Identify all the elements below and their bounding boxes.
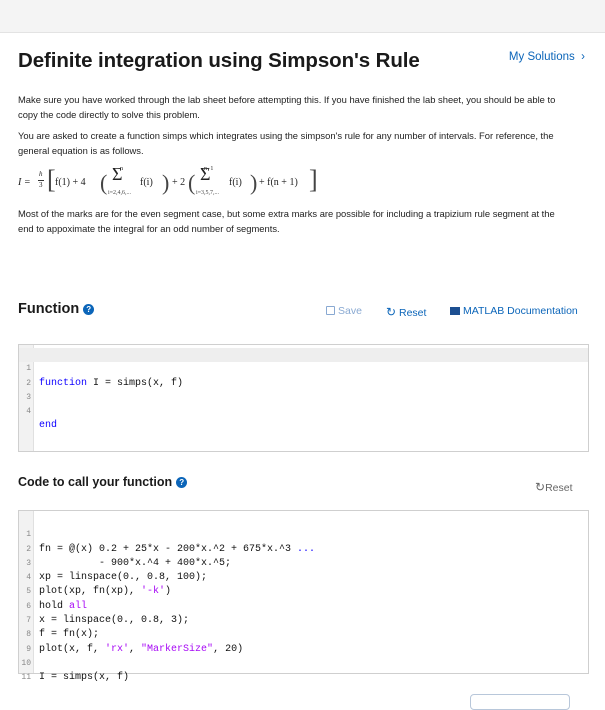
line-number: 4 bbox=[26, 407, 31, 417]
description-paragraph-3: Most of the marks are for the even segme… bbox=[18, 208, 555, 234]
reset-icon: ↻ bbox=[386, 305, 397, 319]
page-title: Definite integration using Simpson's Rul… bbox=[18, 49, 420, 72]
function-editor[interactable]: 1 function I = simps(x, f) 2 3 4 end bbox=[18, 344, 589, 452]
eq-frac-num: h bbox=[39, 170, 43, 178]
chevron-right-icon: › bbox=[577, 51, 585, 63]
code-line[interactable]: 7 f = fn(x); bbox=[19, 600, 588, 640]
save-label: Save bbox=[338, 305, 362, 317]
book-icon bbox=[450, 307, 460, 315]
eq-sigma2-body: f(i) bbox=[229, 177, 242, 188]
code-line[interactable]: 6 x = linspace(0., 0.8, 3); bbox=[19, 586, 588, 626]
eq-tail: + f(n + 1) bbox=[259, 177, 298, 188]
matlab-documentation-button[interactable]: MATLAB Documentation bbox=[450, 305, 578, 317]
save-icon bbox=[326, 306, 335, 315]
eq-sigma1-bottom: i=2,4,6,... bbox=[108, 190, 132, 196]
eq-term-1: f(1) + 4 bbox=[55, 177, 86, 188]
code-line[interactable]: 3 bbox=[19, 377, 588, 402]
code-line[interactable]: 2 - 900*x.^4 + 400*x.^5; bbox=[19, 528, 588, 569]
line-number: 11 bbox=[21, 673, 31, 683]
run-button[interactable] bbox=[470, 694, 570, 710]
eq-plus-2: + 2 bbox=[172, 177, 186, 188]
eq-paren-close-2: ) bbox=[250, 170, 258, 195]
description-paragraph-2: You are asked to create a function simps… bbox=[18, 130, 554, 156]
function-section-title: Function? bbox=[18, 301, 95, 317]
call-section-title: Code to call your function? bbox=[18, 475, 188, 489]
code-line[interactable]: 1 fn = @(x) 0.2 + 25*x - 200*x.^2 + 675*… bbox=[19, 514, 588, 554]
code-line[interactable]: 1 function I = simps(x, f) bbox=[19, 348, 588, 389]
code-line[interactable]: 11 bbox=[19, 657, 588, 682]
code-line[interactable]: 4 end bbox=[19, 391, 588, 431]
description-paragraph-1: Make sure you have worked through the la… bbox=[18, 94, 556, 120]
eq-paren-open-1: ( bbox=[100, 170, 108, 195]
reset-icon: ↻ bbox=[535, 480, 546, 494]
function-reset-button[interactable]: ↻ Reset bbox=[386, 305, 426, 319]
code-line[interactable]: 2 bbox=[19, 362, 588, 388]
code-line[interactable]: 5 hold all bbox=[19, 571, 588, 611]
my-solutions-link[interactable]: My Solutions › bbox=[509, 51, 585, 63]
code-line[interactable]: 4 plot(xp, fn(xp), '-k') bbox=[19, 557, 588, 597]
eq-sigma1-body: f(i) bbox=[140, 177, 153, 188]
call-title-label: Code to call your function bbox=[18, 475, 173, 489]
eq-frac-den: 3 bbox=[39, 181, 43, 189]
call-reset-button[interactable]: ↻Reset bbox=[535, 480, 573, 494]
top-bar bbox=[0, 0, 605, 33]
code-line[interactable]: 10 I = simps(x, f) bbox=[19, 643, 588, 683]
code-line[interactable]: 8 plot(x, f, 'rx', "MarkerSize", 20) bbox=[19, 614, 588, 654]
call-code-editor[interactable]: 1 fn = @(x) 0.2 + 25*x - 200*x.^2 + 675*… bbox=[18, 510, 589, 683]
reset-label: Reset bbox=[545, 482, 573, 494]
code-text: I = simps(x, f) bbox=[39, 672, 130, 684]
eq-sigma-1: Σ bbox=[112, 164, 123, 184]
save-button[interactable]: Save bbox=[326, 305, 362, 317]
eq-paren-open-2: ( bbox=[188, 170, 196, 195]
help-icon[interactable]: ? bbox=[176, 477, 188, 488]
eq-bracket-close: ] bbox=[309, 165, 318, 194]
doc-label: MATLAB Documentation bbox=[463, 305, 578, 317]
eq-paren-close-1: ) bbox=[162, 170, 170, 195]
eq-lhs: I = bbox=[18, 177, 31, 188]
eq-sigma-2: Σ bbox=[200, 164, 211, 184]
code-line[interactable]: 3 xp = linspace(0., 0.8, 100); bbox=[19, 543, 588, 583]
code-line[interactable]: 9 bbox=[19, 628, 588, 654]
simpson-equation: I = h 3 [ f(1) + 4 ( n Σ i=2,4,6,... f(i… bbox=[18, 164, 338, 202]
keyword: end bbox=[39, 420, 58, 432]
function-title-label: Function bbox=[18, 301, 80, 317]
help-icon[interactable]: ? bbox=[83, 304, 95, 315]
eq-sigma2-bottom: i=3,5,7,... bbox=[196, 190, 220, 196]
my-solutions-label: My Solutions bbox=[508, 51, 575, 63]
reset-label: Reset bbox=[398, 307, 427, 319]
